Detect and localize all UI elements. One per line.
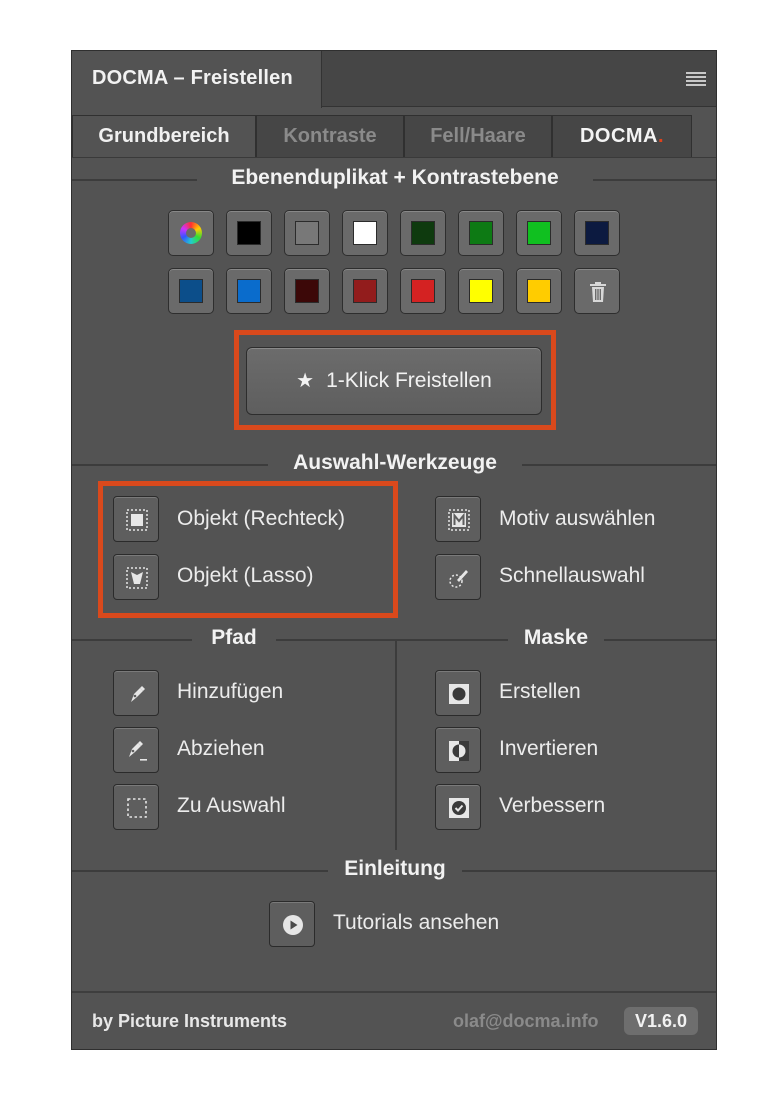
object-rect-button[interactable] (113, 496, 159, 542)
select-subject-button[interactable] (435, 496, 481, 542)
mask-create-icon (449, 684, 469, 704)
pen-add-icon (131, 686, 145, 702)
swatch-white[interactable] (342, 210, 388, 256)
star-icon: ★ (296, 370, 315, 392)
dotted-selection-icon (127, 798, 147, 818)
select-subject-label: Motiv auswählen (499, 507, 656, 530)
docma-panel: DOCMA – Freistellen Grundbereich Kontras… (71, 50, 717, 1050)
path-to-selection-label: Zu Auswahl (177, 794, 286, 817)
color-wheel-icon (180, 222, 202, 244)
tutorials-button[interactable] (269, 901, 315, 947)
mask-invert-label: Invertieren (499, 737, 599, 760)
swatch-yellow[interactable] (458, 268, 504, 314)
section-title-duplicate: Ebenenduplikat + Kontrastebene (197, 166, 593, 190)
mask-invert-icon (449, 741, 469, 761)
swatch-navy[interactable] (574, 210, 620, 256)
mask-refine-label: Verbessern (499, 794, 606, 817)
lasso-selection-icon (126, 567, 148, 589)
footer-credit: by Picture Instruments (92, 1011, 288, 1031)
object-lasso-button[interactable] (113, 554, 159, 600)
tab-docma[interactable]: DOCMA. (552, 115, 692, 157)
object-rect-label: Objekt (Rechteck) (177, 507, 346, 530)
section-title-path: Pfad (192, 626, 276, 650)
mask-refine-button[interactable] (435, 784, 481, 830)
swatch-green[interactable] (458, 210, 504, 256)
version-badge: V1.6.0 (624, 1007, 698, 1035)
mask-create-label: Erstellen (499, 680, 581, 703)
mask-create-button[interactable] (435, 670, 481, 716)
swatch-black[interactable] (226, 210, 272, 256)
rect-selection-icon (126, 509, 148, 531)
panel-title: DOCMA – Freistellen (92, 67, 293, 89)
motif-selection-icon (448, 509, 470, 531)
object-lasso-label: Objekt (Lasso) (177, 564, 314, 587)
panel-header: DOCMA – Freistellen (72, 51, 716, 108)
section-title-intro: Einleitung (328, 857, 462, 881)
path-subtract-button[interactable] (113, 727, 159, 773)
color-wheel-button[interactable] (168, 210, 214, 256)
swatch-red[interactable] (400, 268, 446, 314)
section-title-mask: Maske (508, 626, 604, 650)
mask-refine-icon (449, 798, 469, 818)
path-to-selection-button[interactable] (113, 784, 159, 830)
swatch-bright-green[interactable] (516, 210, 562, 256)
footer-email-link[interactable]: olaf@docma.info (453, 1011, 599, 1032)
swatch-steel-blue[interactable] (168, 268, 214, 314)
quick-selection-icon (449, 570, 468, 588)
delete-layer-button[interactable] (574, 268, 620, 314)
swatch-dark-green[interactable] (400, 210, 446, 256)
quick-selection-button[interactable] (435, 554, 481, 600)
panel-menu-icon[interactable] (686, 72, 706, 86)
path-add-label: Hinzufügen (177, 680, 284, 703)
tab-kontraste[interactable]: Kontraste (256, 115, 404, 157)
tutorials-label: Tutorials ansehen (333, 911, 500, 934)
trash-icon (590, 282, 606, 302)
swatch-crimson[interactable] (342, 268, 388, 314)
path-subtract-label: Abziehen (177, 737, 265, 760)
section-title-selection: Auswahl-Werkzeuge (268, 451, 522, 475)
tab-fell-haare[interactable]: Fell/Haare (404, 115, 552, 157)
swatch-gold[interactable] (516, 268, 562, 314)
tab-bar: Grundbereich Kontraste Fell/Haare DOCMA. (72, 115, 716, 157)
play-icon (283, 915, 303, 935)
swatch-blue[interactable] (226, 268, 272, 314)
path-add-button[interactable] (113, 670, 159, 716)
swatch-dark-red[interactable] (284, 268, 330, 314)
mask-invert-button[interactable] (435, 727, 481, 773)
docma-logo: DOCMA. (579, 125, 665, 147)
swatch-gray[interactable] (284, 210, 330, 256)
tab-grundbereich[interactable]: Grundbereich (72, 115, 256, 157)
pen-subtract-icon (129, 741, 147, 761)
panel-title-tab[interactable]: DOCMA – Freistellen (72, 51, 322, 108)
quick-selection-label: Schnellauswahl (499, 564, 645, 587)
one-click-freistellen-button[interactable]: ★ 1-Klick Freistellen (246, 347, 542, 415)
